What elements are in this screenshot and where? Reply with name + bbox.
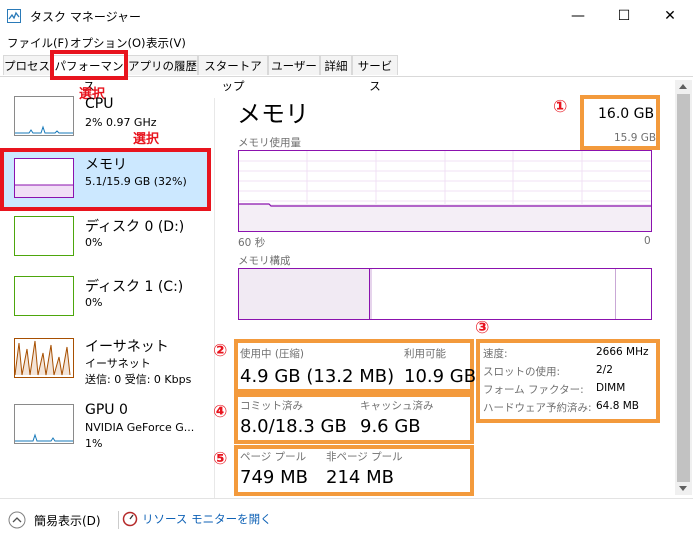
detail-label-speed: 速度:: [483, 348, 508, 360]
cpu-thumbnail: [14, 96, 74, 136]
sidebar-item-title: ディスク 0 (D:): [85, 219, 185, 235]
cached-value: 9.6 GB: [360, 416, 421, 437]
title-bar: タスク マネージャー — ☐ ✕: [0, 0, 693, 32]
scroll-up-icon[interactable]: [679, 84, 687, 89]
sidebar-divider: [214, 98, 215, 498]
sidebar-item-title: CPU: [85, 96, 114, 112]
annotation-1: ①: [553, 97, 568, 117]
annotation-4: ④: [213, 402, 228, 422]
disk1-thumbnail: [14, 276, 74, 316]
gpu-thumbnail: [14, 404, 74, 444]
close-icon: ✕: [664, 8, 676, 24]
usable-memory: 15.9 GB: [614, 132, 657, 144]
sidebar-item-ethernet[interactable]: イーサネット イーサネット 送信: 0 受信: 0 Kbps: [0, 334, 212, 390]
sidebar-item-sub: 0%: [85, 236, 103, 249]
menu-file[interactable]: ファイル(F): [7, 35, 69, 51]
maximize-button[interactable]: ☐: [601, 0, 647, 32]
usage-graph-caption: メモリ使用量: [238, 137, 301, 149]
detail-label-slots: スロットの使用:: [483, 366, 561, 378]
fewer-details-label: 簡易表示(D): [34, 513, 101, 528]
minimize-icon: —: [571, 8, 585, 24]
ethernet-sparkline: [14, 340, 71, 376]
memory-item-highlight: [0, 148, 211, 211]
in-use-label: 使用中 (圧縮): [240, 348, 305, 360]
close-button[interactable]: ✕: [647, 0, 693, 32]
detail-value-slots: 2/2: [596, 364, 613, 376]
sidebar-item-sub: NVIDIA GeForce G...: [85, 421, 195, 434]
composition-standby-edge: [615, 269, 616, 319]
vertical-scrollbar[interactable]: [675, 80, 692, 495]
tab-details[interactable]: 詳細: [320, 55, 352, 75]
detail-value-reserved: 64.8 MB: [596, 400, 639, 412]
memory-usage-graph: [238, 150, 652, 232]
axis-right-label: 0: [644, 235, 651, 247]
detail-label-form-factor: フォーム ファクター:: [483, 384, 584, 396]
sidebar-item-title: イーサネット: [85, 339, 169, 355]
footer-divider: [118, 511, 119, 529]
sidebar-item-gpu[interactable]: GPU 0 NVIDIA GeForce G... 1%: [0, 400, 212, 456]
select-annotation-memory: 選択: [133, 132, 160, 147]
maximize-icon: ☐: [617, 8, 631, 24]
menu-options[interactable]: オプション(O): [70, 35, 146, 51]
tab-app-history[interactable]: アプリの履歴: [127, 55, 198, 75]
committed-label: コミット済み: [240, 400, 303, 412]
tab-startup[interactable]: スタートアップ: [198, 55, 268, 93]
memory-composition-bar: [238, 268, 652, 320]
menu-bar: ファイル(F) オプション(O) 表示(V): [0, 32, 693, 52]
paged-pool-label: ページ プール: [240, 451, 307, 463]
annotation-2: ②: [213, 341, 228, 361]
nonpaged-pool-value: 214 MB: [326, 467, 394, 488]
cpu-sparkline: [15, 125, 73, 134]
tab-processes[interactable]: プロセス: [3, 55, 51, 75]
gpu-sparkline: [15, 433, 73, 442]
paged-pool-value: 749 MB: [240, 467, 308, 488]
scroll-down-icon[interactable]: [679, 486, 687, 491]
sidebar-item-disk0[interactable]: ディスク 0 (D:) 0%: [0, 214, 212, 268]
minimize-button[interactable]: —: [555, 0, 601, 32]
in-use-value: 4.9 GB (13.2 MB): [240, 366, 395, 387]
cached-label: キャッシュ済み: [360, 400, 434, 412]
footer: 簡易表示(D) リソース モニターを開く: [0, 498, 693, 546]
annotation-5: ⑤: [213, 449, 228, 469]
sidebar-item-sub2: 送信: 0 受信: 0 Kbps: [85, 373, 192, 386]
open-resource-monitor-link[interactable]: リソース モニターを開く: [122, 511, 272, 527]
sidebar-item-disk1[interactable]: ディスク 1 (C:) 0%: [0, 274, 212, 328]
resource-monitor-icon: [122, 511, 138, 527]
detail-value-speed: 2666 MHz: [596, 346, 649, 358]
nonpaged-pool-label: 非ページ プール: [326, 451, 403, 463]
annotation-3: ③: [475, 318, 490, 338]
tab-services[interactable]: サービス: [352, 55, 398, 93]
total-memory: 16.0 GB: [598, 106, 655, 122]
performance-tab-highlight: [50, 50, 128, 80]
axis-left-label: 60 秒: [238, 237, 266, 249]
sidebar-item-sub: イーサネット: [85, 357, 151, 370]
detail-label-reserved: ハードウェア予約済み:: [483, 402, 592, 414]
page-title: メモリ: [237, 100, 309, 128]
sidebar-item-cpu[interactable]: CPU 2% 0.97 GHz: [0, 94, 212, 148]
memory-usage-plot: [239, 151, 651, 231]
sidebar-item-sub: 0%: [85, 296, 103, 309]
composition-caption: メモリ構成: [238, 255, 291, 267]
sidebar-item-sub2: 1%: [85, 437, 103, 450]
available-value: 10.9 GB: [404, 366, 477, 387]
composition-modified: [370, 269, 372, 319]
committed-value: 8.0/18.3 GB: [240, 416, 347, 437]
open-resource-monitor-label: リソース モニターを開く: [142, 512, 272, 526]
composition-in-use: [239, 269, 370, 319]
tab-users[interactable]: ユーザー: [268, 55, 320, 75]
ethernet-thumbnail: [14, 338, 74, 378]
menu-view[interactable]: 表示(V): [146, 35, 186, 51]
detail-value-form-factor: DIMM: [596, 382, 626, 394]
window-title: タスク マネージャー: [30, 10, 141, 24]
scroll-thumb[interactable]: [677, 94, 690, 482]
task-manager-icon: [7, 9, 21, 23]
sidebar-item-title: GPU 0: [85, 402, 128, 418]
fewer-details-button[interactable]: 簡易表示(D): [8, 511, 101, 529]
available-label: 利用可能: [404, 348, 446, 360]
chevron-up-icon: [8, 511, 26, 529]
sidebar-item-title: ディスク 1 (C:): [85, 279, 184, 295]
disk0-thumbnail: [14, 216, 74, 256]
